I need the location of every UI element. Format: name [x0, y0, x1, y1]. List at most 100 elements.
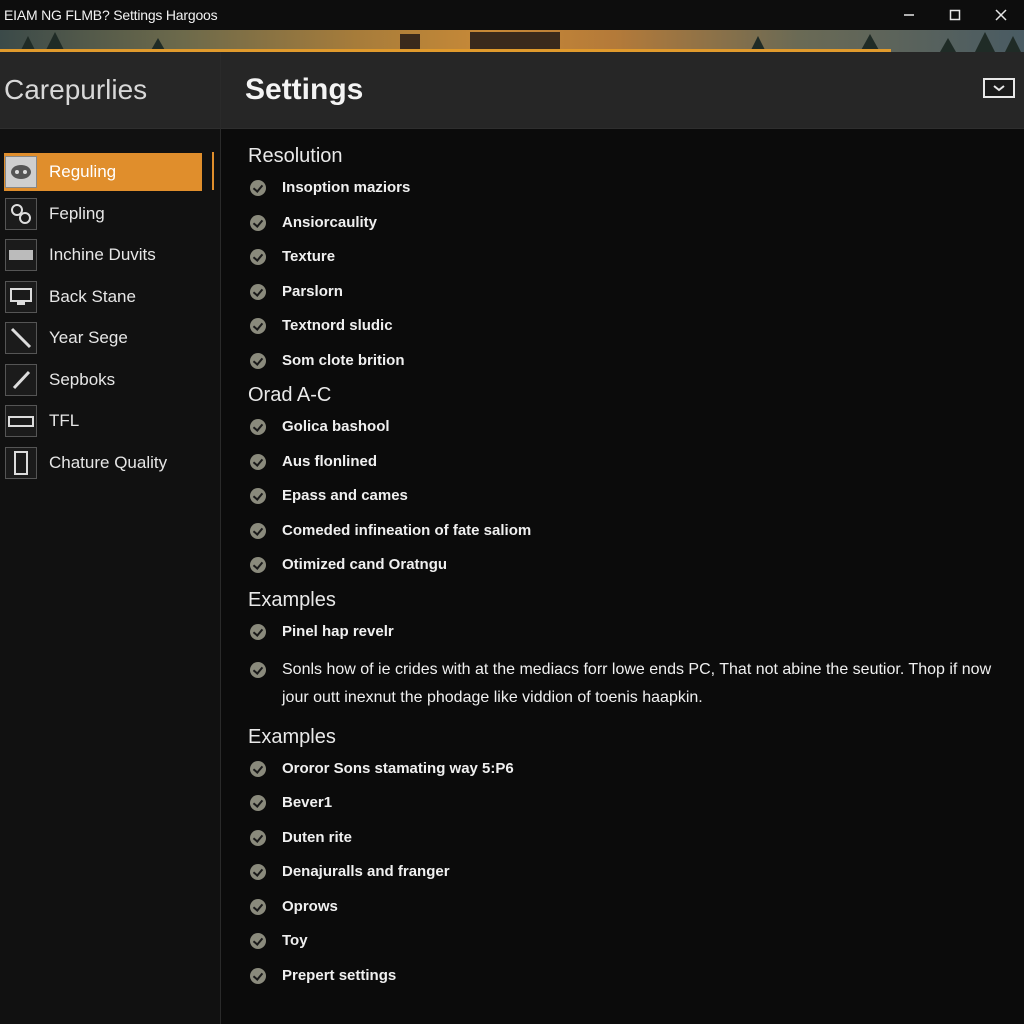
settings-option[interactable]: Toy: [248, 931, 1008, 951]
option-label: Oprows: [282, 897, 338, 915]
settings-option[interactable]: Som clote brition: [248, 351, 1008, 371]
sidebar-item-label: Back Stane: [49, 286, 136, 306]
option-label: Ororor Sons stamating way 5:P6: [282, 759, 514, 777]
check-circle-icon[interactable]: [250, 933, 266, 949]
sidebar-item-label: Chature Quality: [49, 452, 168, 472]
settings-content: Resolution Insoption maziors Ansiorcaulity…: [248, 140, 1008, 1000]
section-heading: Examples: [248, 588, 336, 611]
settings-option[interactable]: Comeded infineation of fate saliom: [248, 521, 1008, 541]
sidebar-item-label: Reguling: [49, 162, 117, 181]
check-circle-icon[interactable]: [250, 829, 266, 846]
sidebar-item-label: Sepboks: [49, 369, 116, 389]
option-label: Pinel hap revelr: [282, 622, 394, 640]
header-banner: [0, 30, 1024, 52]
check-circle-icon[interactable]: [250, 623, 266, 640]
check-circle-icon[interactable]: [250, 795, 266, 811]
sidebar-item[interactable]: Inchine Duvits: [4, 236, 202, 274]
option-label: Epass and cames: [282, 487, 408, 504]
monitor-icon: [5, 280, 37, 313]
gear-cluster-icon: [5, 197, 37, 230]
section-heading: Examples: [248, 725, 336, 748]
check-circle-icon[interactable]: [250, 249, 266, 265]
option-label: Som clote brition: [282, 351, 405, 369]
sidebar-item-label: Inchine Duvits: [49, 245, 156, 264]
option-label: Textnord sludic: [282, 317, 393, 334]
option-label: Toy: [282, 932, 308, 949]
settings-option[interactable]: Insoption maziors: [248, 178, 1008, 198]
sidebar-title: Carepurlies: [0, 52, 220, 129]
check-circle-icon[interactable]: [250, 352, 266, 369]
check-circle-icon[interactable]: [250, 522, 266, 539]
check-circle-icon[interactable]: [250, 864, 266, 880]
sidebar-item-label: Fepling: [49, 203, 105, 223]
window-title: EIAM NG FLMB? Settings Hargoos: [4, 7, 218, 23]
sidebar-list: Reguling Fepling Inchine Duvits Back Stane Y…: [0, 129, 220, 482]
check-circle-icon[interactable]: [250, 318, 266, 334]
sidebar-item-label: TFL: [49, 411, 80, 430]
pen-icon: [5, 363, 37, 396]
active-indicator: [212, 152, 214, 190]
settings-option[interactable]: Golica bashool: [248, 417, 1008, 437]
sidebar-item[interactable]: Reguling: [4, 153, 202, 191]
sidebar-item[interactable]: TFL: [4, 402, 202, 440]
sidebar-item[interactable]: Chature Quality: [4, 444, 202, 482]
sidebar-item-label: Year Sege: [49, 328, 128, 347]
check-circle-icon[interactable]: [250, 180, 266, 196]
sidebar-item[interactable]: Fepling: [4, 195, 202, 233]
settings-option[interactable]: Oprows: [248, 897, 1008, 917]
check-circle-icon[interactable]: [250, 419, 266, 435]
phone-icon: [5, 446, 37, 479]
check-circle-icon[interactable]: [250, 214, 266, 231]
option-label: Parslorn: [282, 282, 343, 300]
settings-option[interactable]: Parslorn: [248, 282, 1008, 302]
settings-option[interactable]: Pinel hap revelr: [248, 622, 1008, 642]
check-circle-icon[interactable]: [250, 283, 266, 300]
settings-option[interactable]: Epass and cames: [248, 486, 1008, 506]
settings-option[interactable]: Textnord sludic: [248, 316, 1008, 336]
sidebar: Carepurlies Reguling Fepling Inchine Duvit…: [0, 52, 221, 1024]
drive-icon: [5, 239, 37, 271]
settings-option[interactable]: Texture: [248, 247, 1008, 267]
sidebar-item[interactable]: Back Stane: [4, 278, 202, 316]
sidebar-item[interactable]: Sepboks: [4, 361, 202, 399]
option-label: Ansiorcaulity: [282, 213, 378, 231]
settings-option[interactable]: Bever1: [248, 793, 1008, 813]
title-bar: EIAM NG FLMB? Settings Hargoos: [0, 0, 1024, 30]
settings-option[interactable]: Denajuralls and franger: [248, 862, 1008, 882]
option-label: Duten rite: [282, 828, 353, 846]
settings-option[interactable]: Duten rite: [248, 828, 1008, 848]
check-circle-icon[interactable]: [250, 967, 266, 984]
keyboard-icon: [5, 405, 37, 437]
section-heading: Orad A-C: [248, 384, 332, 406]
check-circle-icon[interactable]: [250, 898, 266, 915]
check-circle-icon[interactable]: [250, 557, 266, 573]
settings-option[interactable]: Ansiorcaulity: [248, 213, 1008, 233]
option-label: Denajuralls and franger: [282, 863, 450, 880]
window-controls: [886, 0, 1024, 30]
settings-option[interactable]: Sonls how of ie crides with at the media…: [248, 656, 1008, 712]
minimize-icon[interactable]: [886, 0, 932, 30]
settings-option[interactable]: Prepert settings: [248, 966, 1008, 986]
check-circle-icon[interactable]: [250, 488, 266, 504]
option-label: Texture: [282, 248, 336, 265]
option-label: Bever1: [282, 794, 333, 811]
sidebar-item[interactable]: Year Sege: [4, 319, 202, 357]
option-label: Prepert settings: [282, 966, 397, 984]
close-icon[interactable]: [978, 0, 1024, 30]
chevron-down-box-icon[interactable]: [983, 78, 1015, 98]
check-circle-icon[interactable]: [250, 760, 266, 777]
option-label: Sonls how of ie crides with at the media…: [282, 661, 992, 706]
section-heading: Resolution: [248, 145, 343, 167]
option-label: Insoption maziors: [282, 179, 411, 196]
option-label: Aus flonlined: [282, 452, 377, 470]
controller-icon: [5, 156, 37, 188]
settings-option[interactable]: Aus flonlined: [248, 452, 1008, 472]
option-label: Otimized cand Oratngu: [282, 556, 448, 573]
settings-option[interactable]: Ororor Sons stamating way 5:P6: [248, 759, 1008, 779]
check-circle-icon[interactable]: [250, 662, 266, 678]
main-header: Settings: [221, 52, 1024, 129]
check-circle-icon[interactable]: [250, 453, 266, 470]
settings-option[interactable]: Otimized cand Oratngu: [248, 555, 1008, 575]
option-label: Comeded infineation of fate saliom: [282, 521, 532, 539]
maximize-icon[interactable]: [932, 0, 978, 30]
